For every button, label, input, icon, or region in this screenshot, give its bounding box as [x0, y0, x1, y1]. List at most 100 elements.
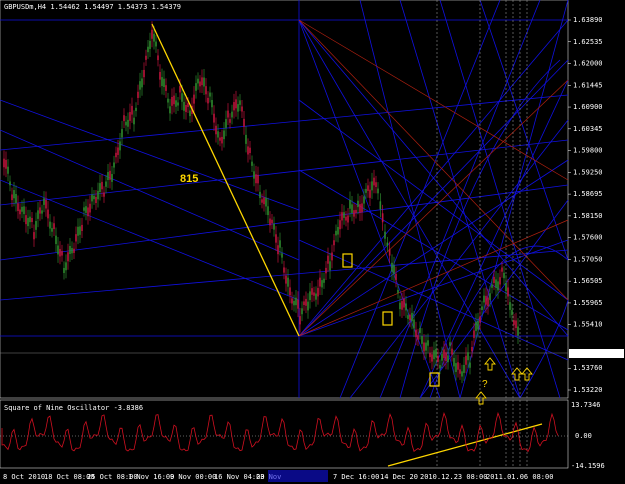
candle-body [151, 29, 153, 39]
time-label: 8 Oct 2010 [3, 473, 45, 481]
candle-body [379, 201, 382, 210]
candle-body [423, 342, 425, 352]
candle-body [7, 166, 9, 174]
candle-body [341, 212, 343, 221]
candle-body [9, 181, 11, 186]
candle-body [159, 72, 161, 80]
candle-body [279, 240, 281, 248]
candle-body [209, 92, 211, 97]
candle-body [55, 235, 57, 244]
candle-body [239, 100, 241, 105]
candle-body [207, 97, 209, 104]
candle-body [369, 189, 371, 198]
candle-body [3, 158, 5, 168]
time-label: 9 Nov 00:00 [170, 473, 216, 481]
price-tick-label: 1.58150 [573, 212, 603, 220]
candle-body [353, 210, 355, 217]
candle-body [384, 231, 386, 239]
candle-body [69, 245, 71, 255]
candle-body [29, 216, 31, 223]
candle-body [339, 220, 341, 230]
candle-body [309, 291, 311, 301]
candle-body [505, 282, 507, 292]
candle-body [5, 159, 7, 169]
candle-body [277, 245, 279, 255]
candle-body [85, 206, 87, 213]
candle-body [417, 335, 419, 340]
candle-body [65, 262, 67, 271]
candle-body [317, 287, 319, 297]
candle-body [507, 287, 509, 297]
candle-body [405, 303, 407, 311]
candle-body [475, 322, 477, 331]
candle-body [109, 170, 111, 180]
candle-body [459, 369, 461, 374]
price-tick-label: 1.59250 [573, 168, 603, 176]
candle-body [195, 83, 197, 91]
candle-body [107, 172, 109, 181]
candle-body [137, 91, 139, 98]
candle-body [53, 223, 55, 230]
price-tick-label: 1.56505 [573, 277, 603, 285]
price-axis: 1.63890 1.62535 1.62000 1.61445 1.60900 1.603… [568, 16, 624, 394]
time-label: 2010.12.23 08:00 [420, 473, 487, 481]
candle-body [411, 312, 413, 322]
question-mark-label: ? [482, 379, 488, 390]
candle-body [155, 41, 157, 47]
candle-body [363, 196, 365, 204]
candle-body [147, 46, 149, 53]
candle-body [337, 226, 339, 235]
candle-body [489, 293, 491, 300]
osc-tick-zero: 0.00 [575, 432, 592, 440]
candle-body [329, 261, 331, 271]
candle-body [333, 240, 335, 246]
candle-body [221, 136, 223, 144]
candle-body [388, 248, 391, 256]
candle-body [455, 363, 457, 373]
price-tick-label: 1.62535 [573, 38, 603, 46]
oscillator-title: Square of Nine Oscillator -3.8386 [4, 404, 143, 412]
candle-body [145, 55, 147, 60]
candle-body [451, 348, 453, 355]
candle-body [431, 354, 433, 362]
candle-body [211, 100, 213, 108]
candle-body [89, 203, 91, 213]
candle-body [95, 196, 97, 204]
price-tick-label: 1.60900 [573, 103, 603, 111]
candle-body [119, 141, 121, 151]
candle-body [105, 181, 107, 187]
candle-body [71, 248, 73, 254]
candle-body [283, 267, 285, 273]
candle-body [441, 354, 443, 361]
candle-body [27, 217, 29, 227]
candle-body [315, 293, 317, 300]
candle-body [15, 193, 17, 203]
candle-body [231, 111, 233, 118]
candle-body [289, 287, 291, 296]
candle-body [57, 245, 59, 255]
candle-body [413, 319, 415, 329]
candle-body [153, 33, 155, 42]
candle-body [143, 69, 145, 78]
candle-body [351, 204, 353, 213]
candle-body [179, 86, 181, 93]
symbol-header: GBPUSDm,H4 1.54462 1.54497 1.54373 1.543… [4, 3, 181, 11]
time-label: 7 Dec 16:00 [333, 473, 379, 481]
candle-body [201, 77, 203, 86]
measure-label: 815 [180, 173, 198, 185]
candle-body [327, 255, 329, 264]
candle-body [77, 226, 79, 236]
candle-body [509, 302, 511, 310]
chart-canvas[interactable]: GBPUSDm,H4 1.54462 1.54497 1.54373 1.543… [0, 0, 625, 484]
time-axis: 8 Oct 201018 Oct 08:0025 Oct 08:001 Nov … [3, 470, 553, 482]
candle-body [187, 103, 189, 108]
candle-body [97, 190, 99, 200]
candle-body [115, 152, 117, 158]
candle-body [419, 327, 421, 333]
price-tick-label: 1.53760 [573, 364, 603, 372]
candle-body [281, 253, 283, 258]
candle-body [393, 265, 395, 274]
candle-body [391, 262, 393, 272]
candle-body [305, 298, 307, 306]
candle-body [131, 105, 133, 115]
